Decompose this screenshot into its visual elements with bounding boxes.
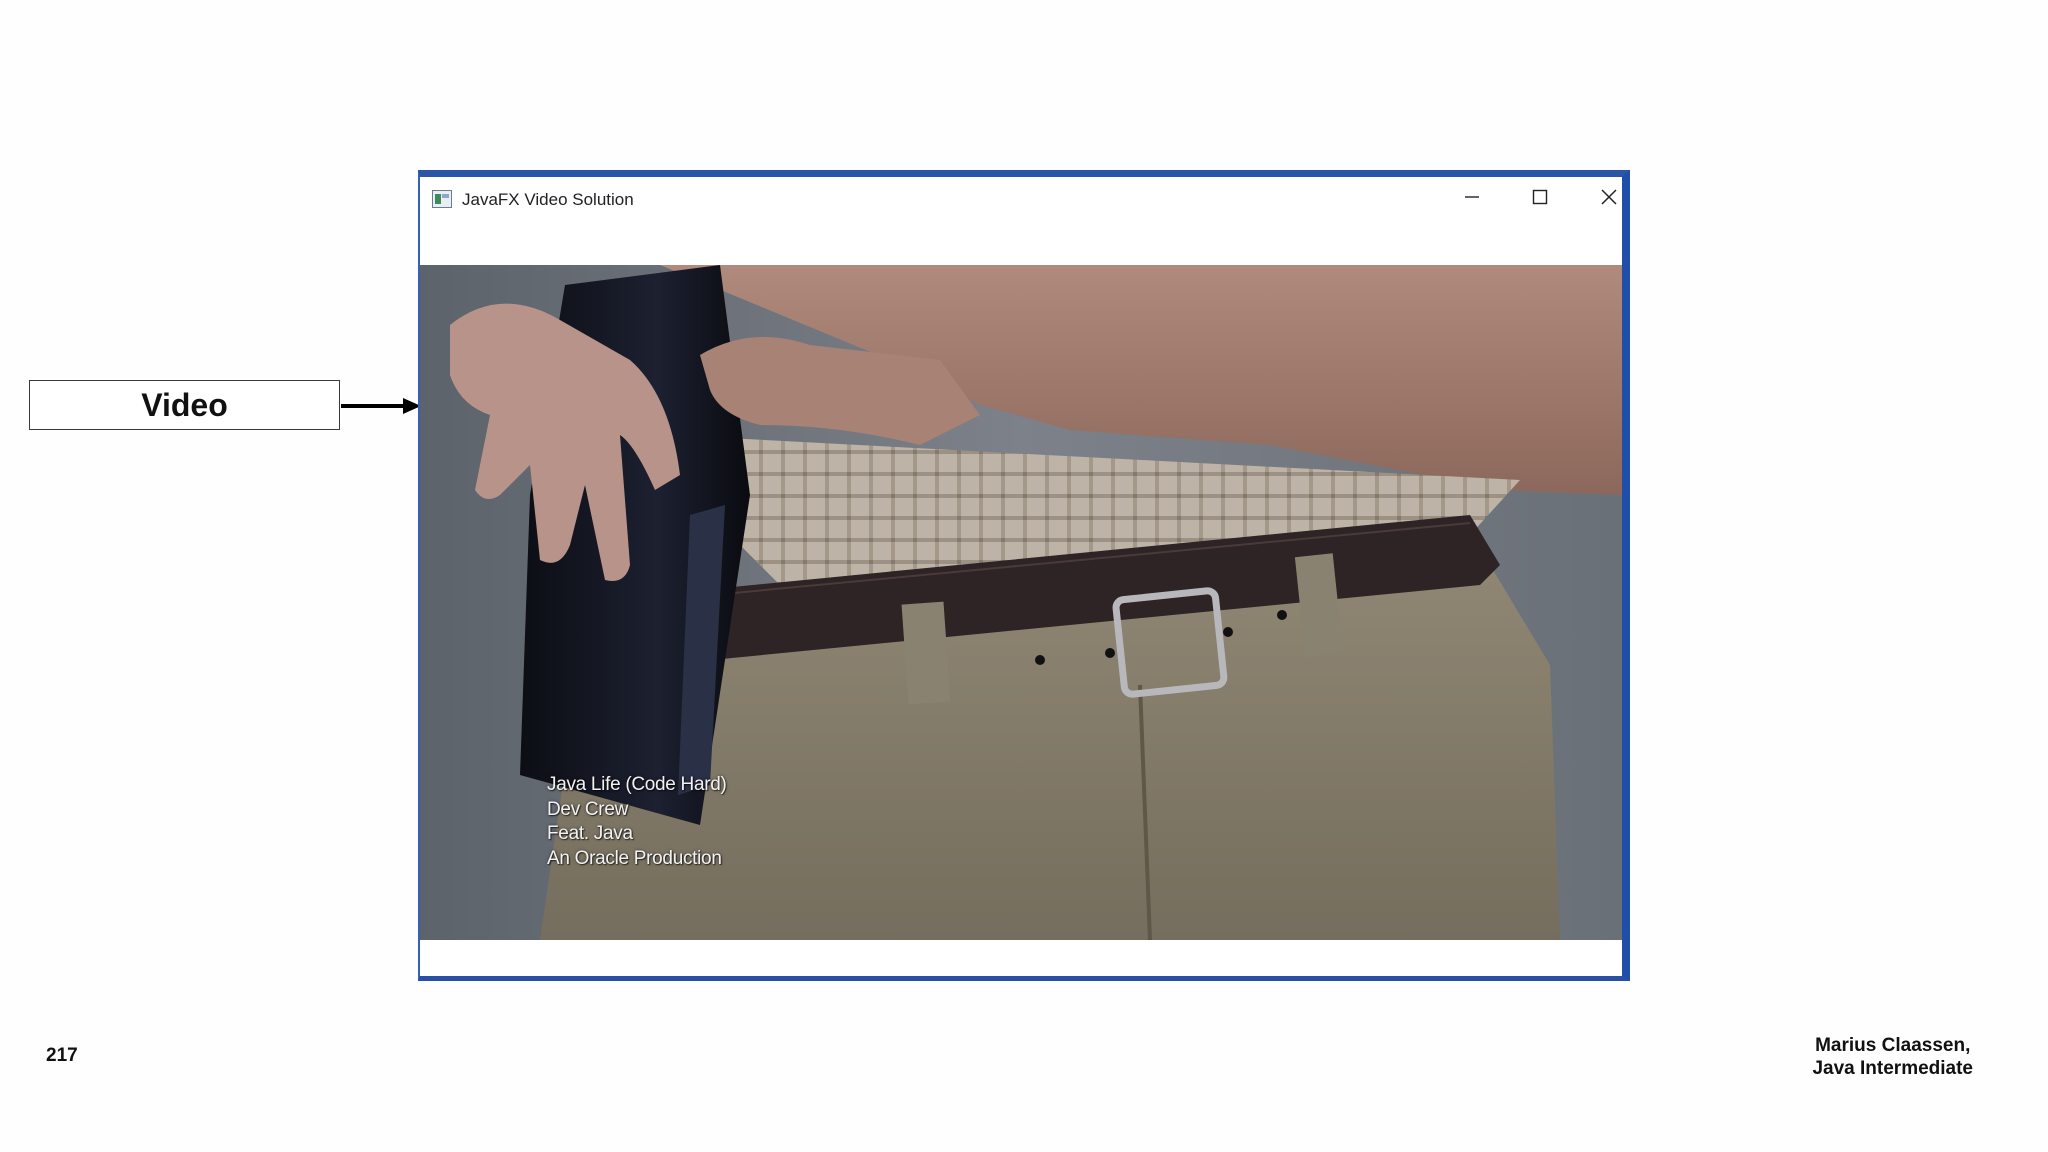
author-name: Marius Claassen,	[1815, 1035, 1971, 1056]
slide: Video JavaFX Video Solution Java Life (C…	[0, 0, 2048, 1152]
window-titlebar[interactable]: JavaFX Video Solution	[420, 177, 1622, 215]
video-credits: Java Life (Code Hard) Dev Crew Feat. Jav…	[547, 773, 727, 871]
video-player[interactable]: Java Life (Code Hard) Dev Crew Feat. Jav…	[420, 265, 1622, 940]
author-credit: Marius Claassen, Java Intermediate	[1812, 1034, 1973, 1080]
callout-arrow-icon	[341, 398, 421, 414]
maximize-button[interactable]	[1516, 181, 1564, 213]
close-icon	[1601, 189, 1617, 205]
window-content-bottom	[420, 940, 1622, 976]
video-callout-box: Video	[29, 380, 340, 430]
page-number: 217	[46, 1045, 78, 1066]
credit-line: Dev Crew	[547, 798, 629, 820]
course-name: Java Intermediate	[1812, 1058, 1973, 1079]
window-title: JavaFX Video Solution	[462, 190, 634, 209]
minimize-icon	[1465, 196, 1479, 198]
app-icon	[432, 190, 452, 208]
credit-line: An Oracle Production	[547, 847, 722, 869]
credit-line: Java Life (Code Hard)	[547, 774, 727, 795]
app-window: JavaFX Video Solution Java Life (Code Ha…	[418, 170, 1630, 981]
window-content-top	[420, 215, 1622, 265]
credit-line: Feat. Java	[547, 823, 633, 844]
maximize-icon	[1532, 189, 1548, 205]
minimize-button[interactable]	[1448, 181, 1496, 213]
close-button[interactable]	[1585, 181, 1622, 213]
video-callout-label: Video	[141, 386, 228, 423]
